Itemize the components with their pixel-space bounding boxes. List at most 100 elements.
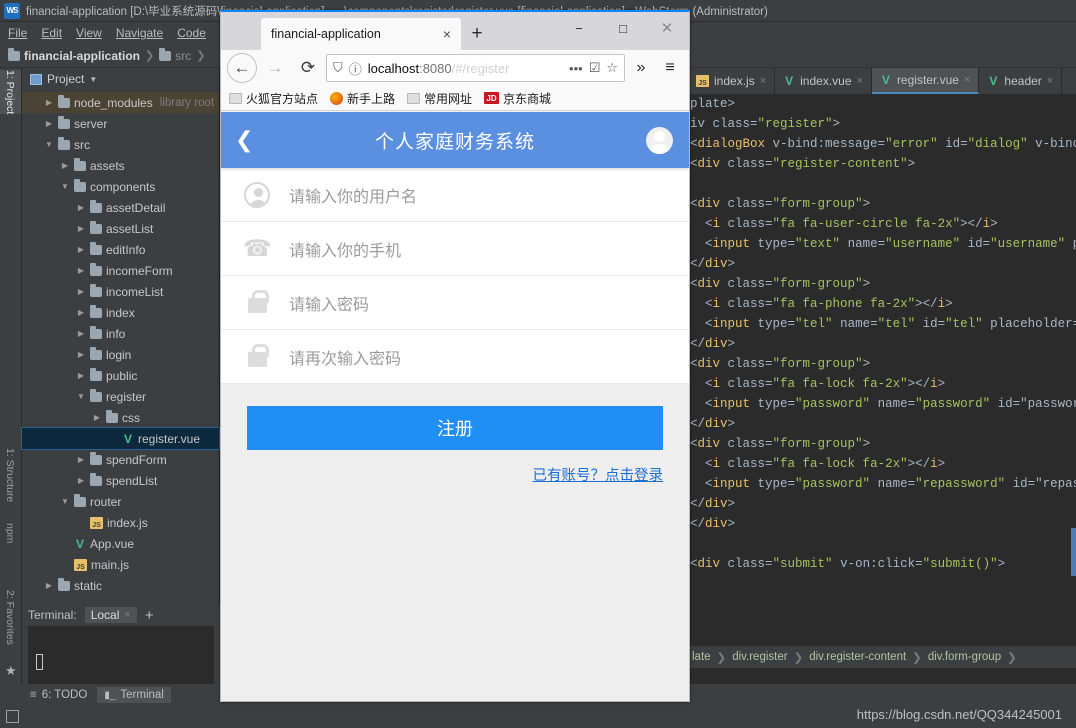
code-line[interactable]: </div> (690, 334, 1076, 354)
menu-edit[interactable]: Edit (41, 26, 62, 40)
close-icon[interactable]: × (857, 75, 863, 87)
tree-item-assetlist[interactable]: ▶ assetList (22, 218, 219, 239)
terminal-output[interactable] (28, 626, 214, 684)
editor-breadcrumb-item[interactable]: div.register (732, 651, 787, 663)
reload-icon[interactable]: ⟳ (293, 53, 323, 83)
pocket-icon[interactable]: ☑ (589, 60, 601, 76)
status-terminal[interactable]: ▮_ Terminal (97, 687, 171, 703)
terminal-tool-window[interactable]: Terminal: Local × + (22, 604, 220, 684)
tree-item-router[interactable]: ▼ router (22, 491, 219, 512)
chevron-right-icon[interactable]: ▶ (76, 203, 86, 212)
tree-item-app-vue[interactable]: V App.vue (22, 533, 219, 554)
input-field-1[interactable]: 请输入你的手机 (279, 237, 689, 261)
browser-tab[interactable]: financial-application × (261, 18, 461, 50)
breadcrumb-src[interactable]: src (159, 47, 191, 63)
code-line[interactable]: <input type="password" name="password" i… (690, 394, 1076, 414)
code-line[interactable]: <div class="submit" v-on:click="submit()… (690, 554, 1076, 574)
code-line[interactable]: <dialogBox v-bind:message="error" id="di… (690, 134, 1076, 154)
bookmark-item[interactable]: 常用网址 (407, 90, 472, 107)
chevron-down-icon[interactable]: ▼ (76, 392, 86, 401)
firefox-browser-window[interactable]: financial-application × + − □ ✕ ← → ⟳ ⛉ … (220, 10, 690, 702)
code-line[interactable] (690, 174, 1076, 194)
go-to-login-link[interactable]: 已有账号？点击登录 (533, 468, 664, 484)
chevron-right-icon[interactable]: ▶ (76, 308, 86, 317)
menu-navigate[interactable]: Navigate (116, 26, 163, 40)
project-panel-header[interactable]: Project ▼ (22, 68, 219, 90)
tree-item-register-vue[interactable]: Vregister.vue (21, 427, 220, 450)
tree-item-css[interactable]: ▶ css (22, 407, 219, 428)
chevron-right-icon[interactable]: ▶ (76, 329, 86, 338)
tool-button-favorites[interactable]: 2: Favorites (0, 590, 21, 645)
chevron-right-icon[interactable]: ▶ (76, 287, 86, 296)
address-bar[interactable]: ⛉ ⓘ localhost:8080/#/register ••• ☑ ☆ (326, 54, 625, 82)
tree-item-components[interactable]: ▼ components (22, 176, 219, 197)
overflow-icon[interactable]: » (628, 53, 654, 83)
close-icon[interactable]: × (124, 609, 130, 621)
status-todo[interactable]: ≡ 6: TODO (30, 689, 87, 701)
code-line[interactable]: </div> (690, 414, 1076, 434)
code-line[interactable]: <div class="form-group"> (690, 274, 1076, 294)
close-icon[interactable]: × (443, 26, 451, 42)
bookmark-star-icon[interactable]: ☆ (606, 60, 618, 76)
tree-item-editinfo[interactable]: ▶ editInfo (22, 239, 219, 260)
browser-tab-strip[interactable]: financial-application × + − □ ✕ (221, 12, 689, 50)
input-field-0[interactable]: 请输入你的用户名 (279, 183, 689, 207)
tree-item-info[interactable]: ▶ info (22, 323, 219, 344)
chevron-right-icon[interactable]: ▶ (44, 581, 54, 590)
maximize-button[interactable]: □ (601, 12, 645, 44)
code-line[interactable]: plate> (690, 94, 1076, 114)
code-line[interactable]: <i class="fa fa-phone fa-2x"></i> (690, 294, 1076, 314)
menu-view[interactable]: View (76, 26, 102, 40)
bookmark-item[interactable]: JD 京东商城 (484, 90, 551, 107)
code-line[interactable]: <input type="text" name="username" id="u… (690, 234, 1076, 254)
chevron-down-icon[interactable]: ▼ (89, 75, 97, 84)
code-line[interactable]: <div class="register-content"> (690, 154, 1076, 174)
code-line[interactable] (690, 534, 1076, 554)
input-field-3[interactable]: 请再次输入密码 (279, 345, 689, 369)
code-editor[interactable]: JS index.js × Vindex.vue × Vregister.vue × Vhea… (688, 68, 1076, 684)
code-line[interactable]: iv class="register"> (690, 114, 1076, 134)
editor-tab-index-vue[interactable]: Vindex.vue × (775, 68, 872, 94)
chevron-right-icon[interactable]: ▶ (76, 455, 86, 464)
tree-item-incomelist[interactable]: ▶ incomeList (22, 281, 219, 302)
form-group[interactable]: 请再次输入密码 (221, 330, 689, 384)
tool-button-project[interactable]: 1: Project (0, 70, 21, 115)
editor-tab-header[interactable]: Vheader × (979, 68, 1063, 94)
browser-navigation-bar[interactable]: ← → ⟳ ⛉ ⓘ localhost:8080/#/register ••• … (221, 50, 689, 86)
chevron-right-icon[interactable]: ▶ (76, 245, 86, 254)
tree-item-node-modules[interactable]: ▶ node_modules library root (22, 92, 219, 113)
window-controls[interactable]: − □ ✕ (557, 12, 689, 44)
tree-item-static[interactable]: ▶ static (22, 575, 219, 596)
code-line[interactable]: <i class="fa fa-lock fa-2x"></i> (690, 454, 1076, 474)
tree-item-spendform[interactable]: ▶ spendForm (22, 449, 219, 470)
tree-item-register[interactable]: ▼ register (22, 386, 219, 407)
tool-button-npm[interactable]: npm (0, 523, 21, 543)
register-submit-button[interactable]: 注册 (247, 406, 663, 450)
back-icon[interactable]: ← (227, 53, 257, 83)
tool-button-structure[interactable]: 1: Structure (0, 448, 21, 502)
editor-breadcrumb-item[interactable]: late (692, 651, 711, 663)
form-group[interactable]: ☎ 请输入你的手机 (221, 222, 689, 276)
code-line[interactable]: <div class="form-group"> (690, 354, 1076, 374)
chevron-right-icon[interactable]: ▶ (76, 476, 86, 485)
hamburger-menu-icon[interactable]: ≡ (657, 53, 683, 83)
code-line[interactable]: <i class="fa fa-user-circle fa-2x"></i> (690, 214, 1076, 234)
shield-icon[interactable]: ⛉ (333, 60, 343, 76)
tree-item-spendlist[interactable]: ▶ spendList (22, 470, 219, 491)
code-line[interactable]: </div> (690, 494, 1076, 514)
chevron-right-icon[interactable]: ▶ (44, 119, 54, 128)
close-window-button[interactable]: ✕ (645, 12, 689, 44)
form-group[interactable]: 请输入你的用户名 (221, 168, 689, 222)
breadcrumb-project[interactable]: financial-application (8, 47, 140, 63)
tree-item-server[interactable]: ▶ server (22, 113, 219, 134)
menu-code[interactable]: Code (177, 26, 206, 40)
chevron-right-icon[interactable]: ▶ (60, 161, 70, 170)
bookmark-item[interactable]: 新手上路 (330, 90, 395, 107)
chevron-right-icon[interactable]: ▶ (76, 224, 86, 233)
code-line[interactable]: </div> (690, 254, 1076, 274)
info-icon[interactable]: ⓘ (349, 59, 362, 78)
tree-item-incomeform[interactable]: ▶ incomeForm (22, 260, 219, 281)
editor-breadcrumb[interactable]: late ❯ div.register ❯ div.register-conte… (688, 646, 1076, 668)
code-line[interactable]: </div> (690, 514, 1076, 534)
minimize-button[interactable]: − (557, 12, 601, 44)
